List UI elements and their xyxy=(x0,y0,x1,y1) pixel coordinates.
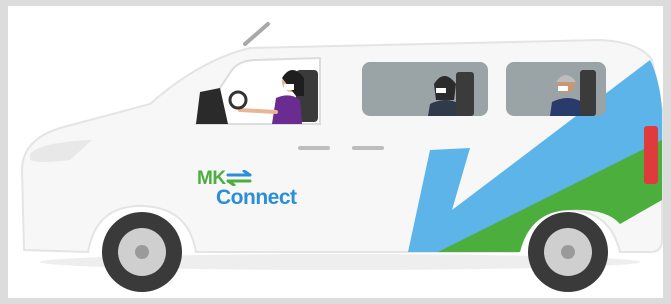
logo-connect-text: Connect xyxy=(216,186,297,209)
image-frame: MK Connect xyxy=(0,0,671,304)
van-illustration xyxy=(20,22,663,292)
door-handle xyxy=(352,146,384,150)
rear-wheel xyxy=(528,212,608,292)
front-wheel xyxy=(102,212,182,292)
door-handle xyxy=(298,146,330,150)
illustration-canvas xyxy=(8,6,663,298)
antenna xyxy=(243,22,270,46)
tail-light xyxy=(644,126,658,184)
logo-arrows-icon xyxy=(226,170,252,186)
